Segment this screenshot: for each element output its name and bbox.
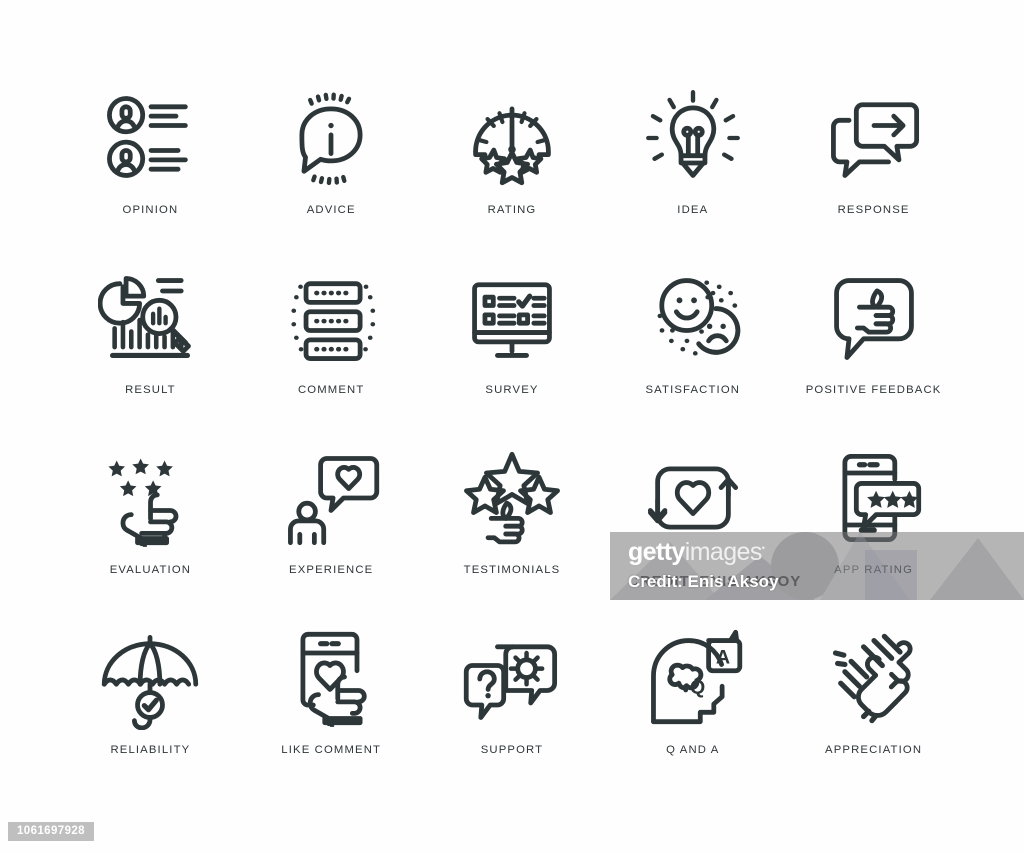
svg-text:Q: Q <box>690 677 705 699</box>
appreciation-icon <box>822 626 926 730</box>
icon-cell-experience[interactable]: EXPERIENCE <box>241 432 422 612</box>
positive-feedback-icon <box>822 266 926 370</box>
opinion-icon <box>98 86 202 190</box>
icon-label: TESTIMONIALS <box>463 564 561 576</box>
svg-text:A: A <box>716 646 730 668</box>
icon-label: IDEA <box>677 204 709 216</box>
icon-label: COMMENT <box>297 384 365 396</box>
icon-cell-survey[interactable]: SURVEY <box>422 252 603 432</box>
icon-cell-response[interactable]: RESPONSE <box>783 72 964 252</box>
icon-label: EXPERIENCE <box>289 564 374 576</box>
icon-cell-testimonials[interactable]: TESTIMONIALS <box>422 432 603 612</box>
icon-cell-like-comment[interactable]: LIKE COMMENT <box>241 612 422 792</box>
share-love-icon <box>641 446 745 550</box>
icon-label: RELIABILITY <box>110 744 191 756</box>
icon-label: APPRECIATION <box>825 744 923 756</box>
q-and-a-icon: Q A <box>641 626 745 730</box>
icon-label: POSITIVE FEEDBACK <box>805 384 942 396</box>
result-icon <box>98 266 202 370</box>
icon-cell-q-and-a[interactable]: Q A Q AND A <box>602 612 783 792</box>
icon-label: OPINION <box>122 204 179 216</box>
icon-label: SUPPORT <box>480 744 544 756</box>
icon-label: ADVICE <box>306 204 356 216</box>
icon-cell-opinion[interactable]: OPINION <box>60 72 241 252</box>
icon-cell-idea[interactable]: IDEA <box>602 72 783 252</box>
icon-cell-result[interactable]: RESULT <box>60 252 241 432</box>
icon-label: LIKE COMMENT <box>281 744 382 756</box>
icon-cell-app-rating[interactable]: APP RATING <box>783 432 964 612</box>
rating-icon <box>460 86 564 190</box>
icon-label: SATISFACTION <box>645 384 741 396</box>
icon-label: Q AND A <box>666 744 720 756</box>
icon-cell-rating[interactable]: RATING <box>422 72 603 252</box>
icon-sheet: OPINION ADVICE RATING IDEA RESPONSE RESU… <box>0 0 1024 853</box>
comment-icon <box>279 266 383 370</box>
asset-id-badge: 1061697928 <box>8 822 94 841</box>
icon-label: APP RATING <box>834 564 914 576</box>
like-comment-icon <box>279 626 383 730</box>
survey-icon <box>460 266 564 370</box>
icon-label: RESULT <box>125 384 176 396</box>
icon-cell-advice[interactable]: ADVICE <box>241 72 422 252</box>
icon-label: RESPONSE <box>837 204 910 216</box>
icon-cell-satisfaction[interactable]: SATISFACTION <box>602 252 783 432</box>
response-icon <box>822 86 926 190</box>
icon-cell-reliability[interactable]: RELIABILITY <box>60 612 241 792</box>
experience-icon <box>279 446 383 550</box>
icon-cell-evaluation[interactable]: EVALUATION <box>60 432 241 612</box>
evaluation-icon <box>98 446 202 550</box>
icon-cell-comment[interactable]: COMMENT <box>241 252 422 432</box>
icon-cell-share-love[interactable] <box>602 432 783 612</box>
idea-icon <box>641 86 745 190</box>
icon-label: EVALUATION <box>109 564 192 576</box>
testimonials-icon <box>460 446 564 550</box>
icon-cell-support[interactable]: SUPPORT <box>422 612 603 792</box>
icon-grid: OPINION ADVICE RATING IDEA RESPONSE RESU… <box>60 72 964 792</box>
icon-label: RATING <box>487 204 537 216</box>
reliability-icon <box>98 626 202 730</box>
icon-cell-positive-feedback[interactable]: POSITIVE FEEDBACK <box>783 252 964 432</box>
icon-cell-appreciation[interactable]: APPRECIATION <box>783 612 964 792</box>
app-rating-icon <box>822 446 926 550</box>
advice-icon <box>279 86 383 190</box>
icon-label: SURVEY <box>485 384 539 396</box>
support-icon <box>460 626 564 730</box>
satisfaction-icon <box>641 266 745 370</box>
